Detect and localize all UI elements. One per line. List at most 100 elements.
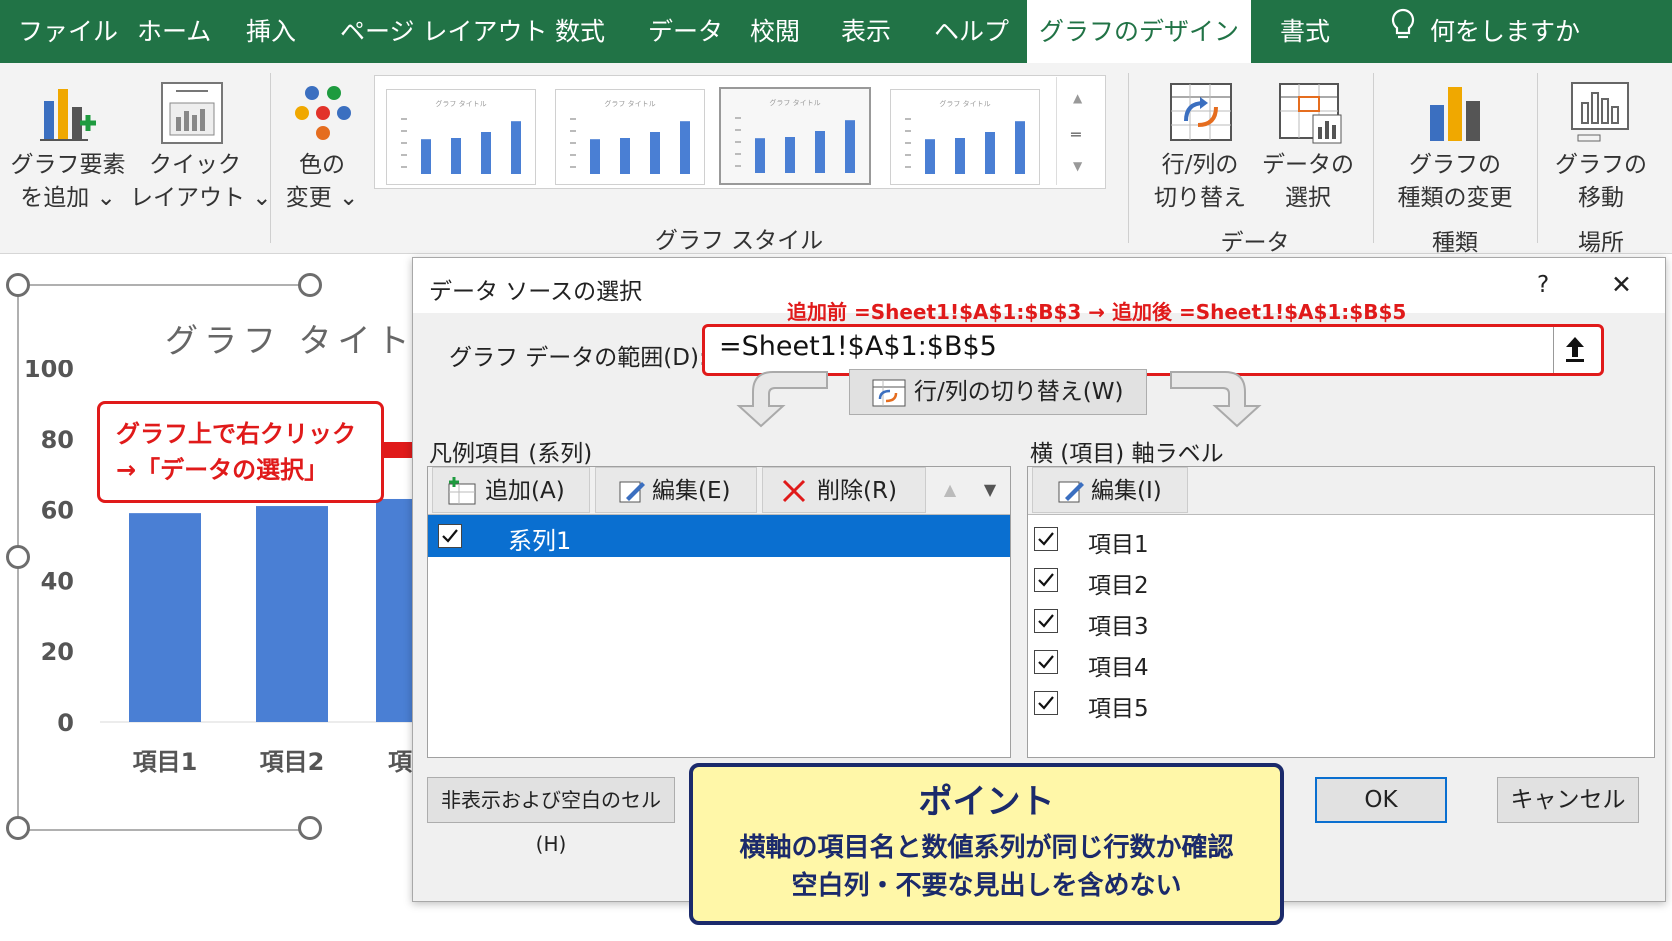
chart-style-4[interactable]: グラフ タイトル xyxy=(890,89,1040,185)
thumb-bar xyxy=(421,139,431,174)
resize-handle-tc[interactable] xyxy=(298,273,322,297)
select-data-icon[interactable] xyxy=(1279,83,1343,149)
edit-axis-labels-button[interactable]: 編集(I) xyxy=(1032,467,1188,513)
thumb-bar xyxy=(620,138,630,174)
chart-styles-group-label: グラフ スタイル xyxy=(654,228,824,254)
gallery-up-icon[interactable]: ▲ xyxy=(1073,91,1082,105)
quick-layout-button[interactable]: クイック レイアウト ⌄ xyxy=(130,149,272,215)
switch-row-column-button[interactable]: 行/列の 切り替え xyxy=(1145,149,1255,215)
series-list: 追加(A) 編集(E) 削除(R) ▲ ▼ 系列1 xyxy=(427,466,1011,758)
checkmark-icon xyxy=(1038,655,1054,669)
thumb-tick xyxy=(735,141,741,143)
axis-label-text: 項目4 xyxy=(1088,655,1149,681)
add-chart-element-icon[interactable] xyxy=(38,83,98,149)
change-chart-type-button[interactable]: グラフの 種類の変更 xyxy=(1385,149,1525,215)
axis-label-row[interactable]: 項目4 xyxy=(1028,644,1654,684)
axis-label-row[interactable]: 項目2 xyxy=(1028,562,1654,602)
close-button[interactable]: ✕ xyxy=(1611,270,1632,299)
range-input[interactable]: =Sheet1!$A$1:$B$5 xyxy=(719,331,997,362)
tab-file[interactable]: ファイル xyxy=(18,0,118,63)
chart-bar[interactable] xyxy=(256,506,328,722)
change-colors-button[interactable]: 色の 変更 ⌄ xyxy=(276,149,368,215)
checkmark-icon xyxy=(1038,532,1054,546)
thumb-bar xyxy=(680,121,690,174)
move-chart-icon[interactable] xyxy=(1570,81,1632,147)
checkbox[interactable] xyxy=(1034,650,1058,674)
point-line2: 空白列・不要な見出しを含めない xyxy=(791,871,1182,901)
curved-arrow-right-icon xyxy=(1170,371,1262,428)
edit-series-button[interactable]: 編集(E) xyxy=(595,467,757,513)
thumb-tick xyxy=(570,142,576,144)
checkbox[interactable] xyxy=(1034,527,1058,551)
tell-me-label: 何をしますか xyxy=(1430,17,1581,46)
palette-icon[interactable] xyxy=(294,85,352,145)
switch-row-column-icon[interactable] xyxy=(1170,83,1232,145)
delete-series-button[interactable]: 削除(R) xyxy=(762,467,926,513)
chart-bar[interactable] xyxy=(376,498,412,722)
tab-home[interactable]: ホーム xyxy=(137,0,211,63)
move-up-icon[interactable]: ▲ xyxy=(932,467,968,513)
axis-label-row[interactable]: 項目1 xyxy=(1028,521,1654,561)
series-toolbar: 追加(A) 編集(E) 削除(R) ▲ ▼ xyxy=(428,467,1010,515)
quick-layout-icon[interactable] xyxy=(160,81,224,149)
ribbon: グラフ要素 を追加 ⌄ クイック レイアウト ⌄ 色の 変更 ⌄ グラフ タイトル グ… xyxy=(0,63,1672,256)
move-down-icon[interactable]: ▼ xyxy=(972,467,1008,513)
x-tick-label: 項目2 xyxy=(260,748,325,776)
switch-row-column-dialog-button[interactable]: 行/列の切り替え(W) xyxy=(849,369,1147,415)
tab-format[interactable]: 書式 xyxy=(1280,0,1330,63)
chart-bar[interactable] xyxy=(129,513,201,722)
delete-x-icon xyxy=(782,479,806,503)
cancel-button[interactable]: キャンセル xyxy=(1497,777,1639,823)
chart-style-1[interactable]: グラフ タイトル xyxy=(386,89,536,185)
change-chart-type-icon[interactable] xyxy=(1428,83,1484,147)
tab-view[interactable]: 表示 xyxy=(841,0,891,63)
checkbox[interactable] xyxy=(1034,691,1058,715)
add-series-button[interactable]: 追加(A) xyxy=(432,467,590,513)
axis-label-row[interactable]: 項目5 xyxy=(1028,685,1654,725)
axis-label-text: 項目5 xyxy=(1088,696,1149,722)
collapse-dialog-button[interactable] xyxy=(1553,327,1596,373)
resize-handle-ml[interactable] xyxy=(6,545,30,569)
gallery-down-icon[interactable]: ▼ xyxy=(1073,159,1082,173)
x-tick-label: 項目1 xyxy=(133,748,198,776)
resize-handle-tl[interactable] xyxy=(6,273,30,297)
checkbox[interactable] xyxy=(1034,609,1058,633)
ok-button[interactable]: OK xyxy=(1315,777,1447,823)
thumb-tick xyxy=(905,142,911,144)
axis-label-row[interactable]: 項目3 xyxy=(1028,603,1654,643)
thumb-bar xyxy=(451,138,461,174)
help-button[interactable]: ? xyxy=(1537,272,1549,298)
tab-formulas[interactable]: 数式 xyxy=(555,0,605,63)
select-data-button[interactable]: データの 選択 xyxy=(1252,149,1364,215)
hidden-empty-cells-button[interactable]: 非表示および空白のセル(H) xyxy=(427,777,675,856)
resize-handle-bl[interactable] xyxy=(6,816,30,840)
checkbox[interactable] xyxy=(438,524,462,548)
gallery-scroll[interactable]: ▲ ═ ▼ xyxy=(1056,77,1103,185)
thumb-bar xyxy=(590,139,600,174)
move-chart-button[interactable]: グラフの 移動 xyxy=(1545,149,1657,215)
tab-chart-design[interactable]: グラフのデザイン xyxy=(1027,0,1251,63)
gallery-more-icon[interactable]: ═ xyxy=(1071,125,1081,144)
lightbulb-icon xyxy=(1390,2,1416,65)
thumb-title: グラフ タイトル xyxy=(769,98,820,107)
dialog-title: データ ソースの選択 xyxy=(429,279,643,305)
tab-page-layout[interactable]: ページ レイアウト xyxy=(340,0,547,63)
checkmark-icon xyxy=(1038,696,1054,710)
upload-arrow-icon xyxy=(1566,337,1584,362)
tab-insert[interactable]: 挿入 xyxy=(246,0,296,63)
checkmark-icon xyxy=(1038,614,1054,628)
tab-help[interactable]: ヘルプ xyxy=(934,0,1009,63)
chart-style-3[interactable]: グラフ タイトル xyxy=(719,87,871,185)
point-line1: 横軸の項目名と数値系列が同じ行数か確認 xyxy=(739,833,1234,863)
chart-style-2[interactable]: グラフ タイトル xyxy=(555,89,705,185)
thumb-tick xyxy=(735,117,741,119)
resize-handle-bc[interactable] xyxy=(298,816,322,840)
checkbox[interactable] xyxy=(1034,568,1058,592)
tell-me-box[interactable]: 何をしますか xyxy=(1390,0,1580,63)
thumb-bar xyxy=(755,138,765,173)
series-row[interactable]: 系列1 xyxy=(428,515,1010,557)
tab-data[interactable]: データ xyxy=(648,0,723,63)
y-tick-label: 0 xyxy=(57,709,74,737)
add-chart-element-button[interactable]: グラフ要素 を追加 ⌄ xyxy=(8,149,128,215)
tab-review[interactable]: 校閲 xyxy=(750,0,800,63)
